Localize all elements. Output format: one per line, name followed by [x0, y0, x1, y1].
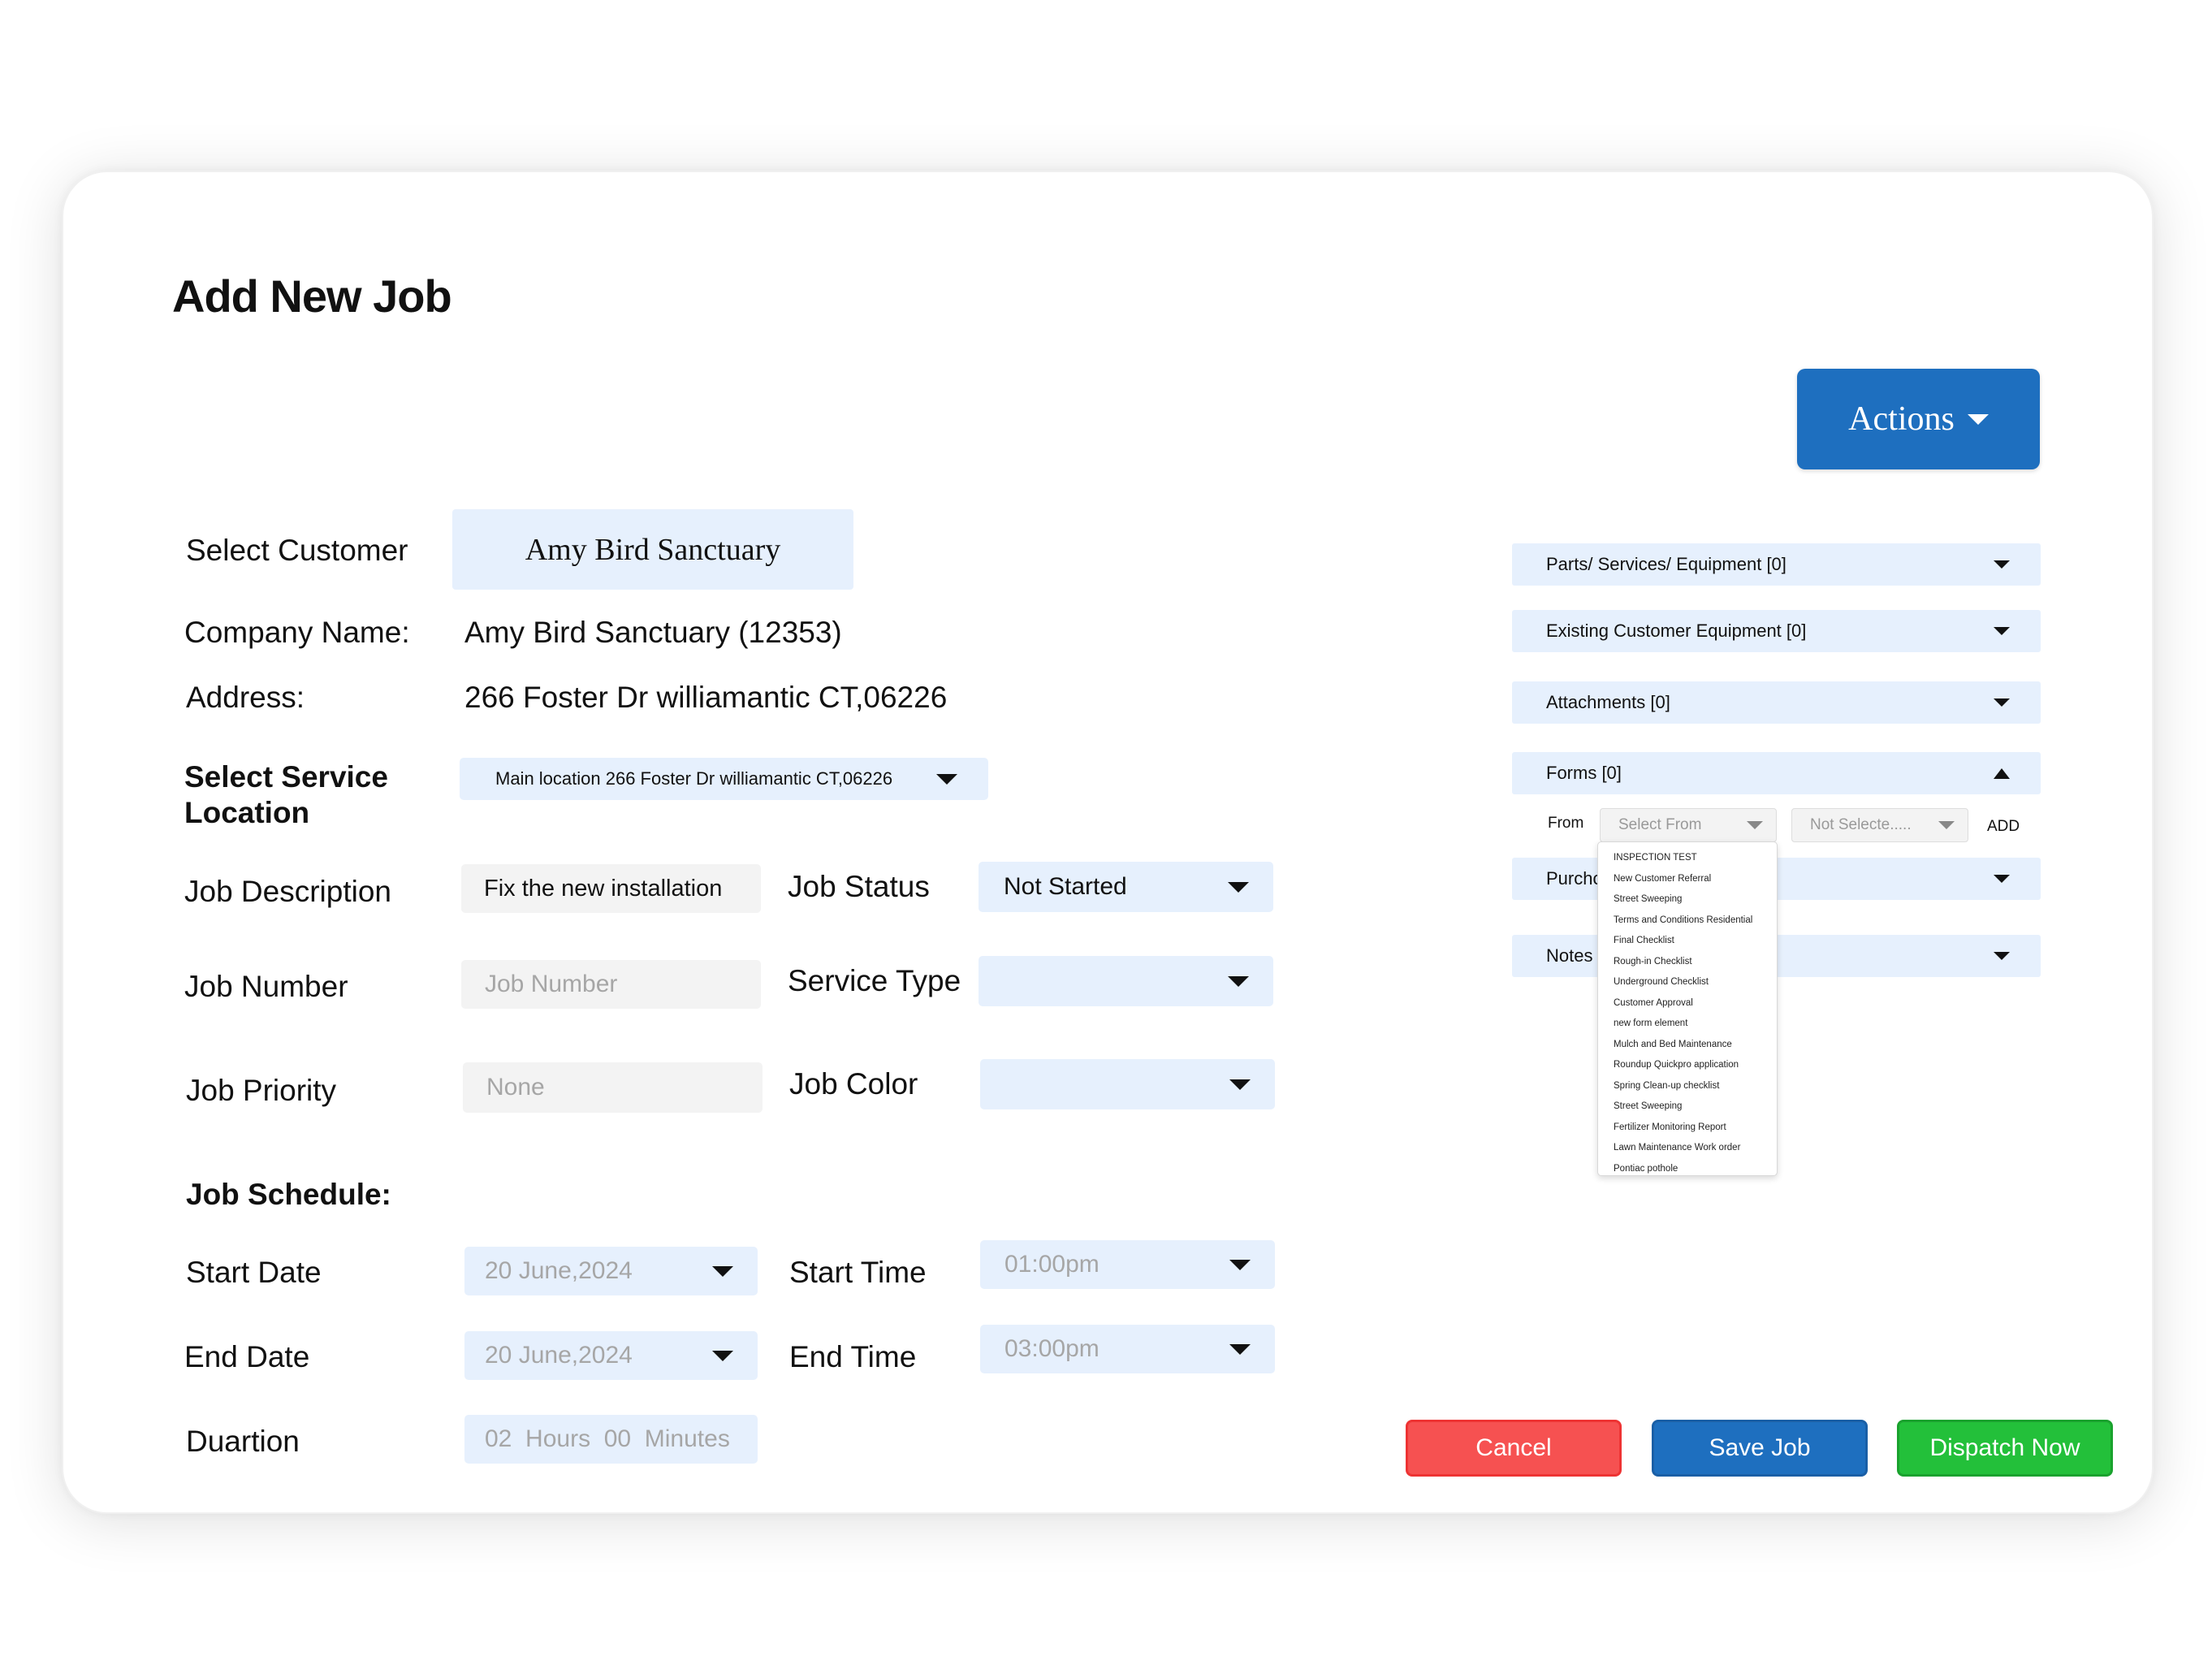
save-job-button[interactable]: Save Job — [1652, 1420, 1868, 1477]
dropdown-option[interactable]: New Customer Referral — [1614, 869, 1777, 890]
end-time-select[interactable]: 03:00pm — [980, 1325, 1275, 1373]
company-name-label: Company Name: — [184, 616, 410, 649]
chevron-down-icon — [1994, 698, 2010, 707]
job-priority-select[interactable]: None — [463, 1062, 763, 1113]
chevron-down-icon — [1228, 881, 1249, 893]
duration-label: Duartion — [186, 1425, 300, 1458]
dropdown-option[interactable]: Underground Checklist — [1614, 972, 1777, 993]
chevron-up-icon — [1994, 768, 2010, 779]
job-number-input[interactable]: Job Number — [461, 960, 761, 1009]
dropdown-option[interactable]: Pontiac pothole — [1614, 1159, 1777, 1180]
select-customer-label: Select Customer — [186, 534, 408, 567]
end-time-value: 03:00pm — [1004, 1335, 1100, 1362]
dropdown-option[interactable]: INSPECTION TEST — [1614, 848, 1777, 869]
accordion-attachments[interactable]: Attachments [0] — [1512, 681, 2041, 724]
start-time-label: Start Time — [789, 1256, 927, 1289]
actions-label: Actions — [1848, 400, 1955, 438]
end-date-select[interactable]: 20 June,2024 — [464, 1331, 758, 1380]
dropdown-option[interactable]: Mulch and Bed Maintenance — [1614, 1035, 1777, 1056]
end-date-value: 20 June,2024 — [485, 1342, 633, 1369]
forms-add-button[interactable]: ADD — [1987, 818, 2020, 836]
end-date-label: End Date — [184, 1340, 310, 1373]
job-number-placeholder: Job Number — [485, 971, 618, 997]
service-location-select[interactable]: Main location 266 Foster Dr williamantic… — [460, 758, 988, 800]
forms-not-selected-select[interactable]: Not Selecte..... — [1791, 808, 1968, 842]
duration-value: 02 Hours 00 Minutes — [485, 1425, 730, 1452]
accordion-existing-customer-equipment[interactable]: Existing Customer Equipment [0] — [1512, 610, 2041, 652]
service-location-label: Select Service Location — [184, 760, 388, 829]
chevron-down-icon — [1229, 1079, 1251, 1090]
job-priority-value: None — [486, 1074, 545, 1101]
job-status-label: Job Status — [788, 870, 930, 903]
forms-from-label: From — [1548, 815, 1584, 832]
job-status-value: Not Started — [1004, 873, 1127, 900]
job-schedule-heading: Job Schedule: — [186, 1178, 391, 1211]
chevron-down-icon — [1994, 952, 2010, 960]
not-selected-value: Not Selecte..... — [1810, 816, 1912, 833]
duration-input[interactable]: 02 Hours 00 Minutes — [464, 1415, 758, 1464]
chevron-down-icon — [1747, 821, 1763, 829]
accordion-label: Attachments [0] — [1546, 692, 1670, 712]
chevron-down-icon — [936, 773, 957, 785]
chevron-down-icon — [1967, 413, 1989, 425]
dropdown-option[interactable]: Spring Clean-up checklist — [1614, 1076, 1777, 1097]
select-from-placeholder: Select From — [1618, 816, 1702, 833]
start-date-select[interactable]: 20 June,2024 — [464, 1247, 758, 1295]
chevron-down-icon — [1938, 821, 1955, 829]
job-description-value: Fix the new installation — [484, 875, 723, 902]
company-name-value: Amy Bird Sanctuary (12353) — [464, 616, 842, 649]
chevron-down-icon — [1228, 975, 1249, 987]
dropdown-option[interactable]: Rough-in Checklist — [1614, 952, 1777, 973]
job-color-select[interactable] — [980, 1059, 1275, 1109]
job-priority-label: Job Priority — [186, 1074, 337, 1107]
accordion-label: Parts/ Services/ Equipment [0] — [1546, 554, 1786, 574]
dropdown-option[interactable]: Terms and Conditions Residential — [1614, 910, 1777, 932]
start-date-label: Start Date — [186, 1256, 322, 1289]
accordion-label: Forms [0] — [1546, 763, 1622, 783]
actions-button[interactable]: Actions — [1797, 369, 2040, 469]
start-time-select[interactable]: 01:00pm — [980, 1240, 1275, 1289]
chevron-down-icon — [1229, 1343, 1251, 1355]
forms-select-from[interactable]: Select From — [1600, 808, 1777, 842]
job-description-label: Job Description — [184, 875, 392, 908]
chevron-down-icon — [712, 1350, 733, 1361]
forms-dropdown-menu: INSPECTION TEST New Customer Referral St… — [1597, 841, 1778, 1176]
dropdown-option[interactable]: Roundup Quickpro application — [1614, 1055, 1777, 1076]
dropdown-option[interactable]: Fertilizer Monitoring Report — [1614, 1118, 1777, 1139]
service-location-value: Main location 266 Foster Dr williamantic… — [495, 768, 893, 789]
chevron-down-icon — [1994, 627, 2010, 635]
start-date-value: 20 June,2024 — [485, 1257, 633, 1284]
chevron-down-icon — [1229, 1259, 1251, 1270]
dropdown-option[interactable]: Final Checklist — [1614, 931, 1777, 952]
dropdown-option[interactable]: Street Sweeping — [1614, 1096, 1777, 1118]
dispatch-now-button[interactable]: Dispatch Now — [1897, 1420, 2113, 1477]
job-status-select[interactable]: Not Started — [979, 862, 1273, 912]
dropdown-option[interactable]: Lawn Maintenance Work order — [1614, 1138, 1777, 1159]
accordion-forms[interactable]: Forms [0] — [1512, 752, 2041, 794]
customer-select[interactable]: Amy Bird Sanctuary — [452, 509, 853, 590]
address-value: 266 Foster Dr williamantic CT,06226 — [464, 681, 948, 714]
accordion-label: Existing Customer Equipment [0] — [1546, 621, 1807, 641]
dropdown-option[interactable]: Customer Approval — [1614, 993, 1777, 1014]
chevron-down-icon — [712, 1265, 733, 1277]
cancel-button[interactable]: Cancel — [1406, 1420, 1622, 1477]
dropdown-option[interactable]: new form element — [1614, 1014, 1777, 1035]
job-color-label: Job Color — [789, 1067, 918, 1101]
start-time-value: 01:00pm — [1004, 1251, 1100, 1278]
job-number-label: Job Number — [184, 970, 348, 1003]
dropdown-option[interactable]: Street Sweeping — [1614, 889, 1777, 910]
accordion-parts-services-equipment[interactable]: Parts/ Services/ Equipment [0] — [1512, 543, 2041, 586]
job-description-input[interactable]: Fix the new installation — [461, 864, 761, 913]
page-title: Add New Job — [172, 270, 452, 322]
chevron-down-icon — [1994, 875, 2010, 883]
service-type-label: Service Type — [788, 964, 961, 997]
end-time-label: End Time — [789, 1340, 917, 1373]
service-type-select[interactable] — [979, 956, 1273, 1006]
address-label: Address: — [186, 681, 305, 714]
chevron-down-icon — [1994, 560, 2010, 569]
